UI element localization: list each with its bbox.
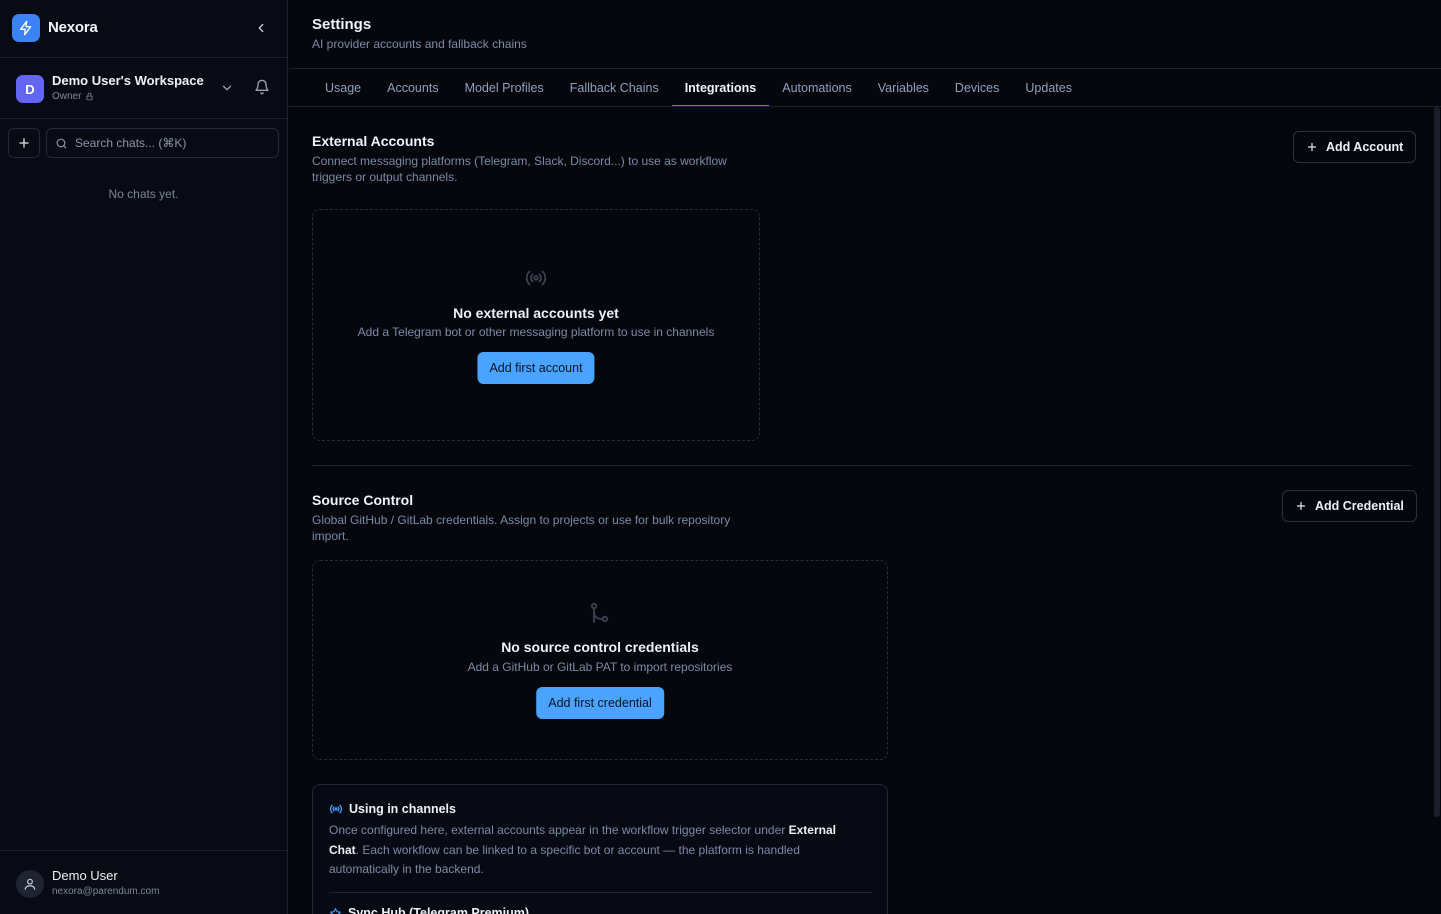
empty-state-title: No external accounts yet [453, 305, 619, 321]
radio-broadcast-icon [525, 270, 547, 286]
brand-header: Nexora [0, 0, 287, 58]
bell-icon[interactable] [254, 79, 270, 95]
tab-updates[interactable]: Updates [1012, 69, 1085, 107]
source-control-description: Global GitHub / GitLab credentials. Assi… [312, 513, 731, 543]
settings-tabs: Usage Accounts Model Profiles Fallback C… [312, 69, 1085, 107]
tabs-divider [289, 106, 1441, 107]
add-account-label: Add Account [1326, 140, 1404, 154]
source-control-empty-state: No source control credentials Add a GitH… [312, 560, 888, 760]
external-accounts-description: Connect messaging platforms (Telegram, S… [312, 154, 727, 184]
section-divider [312, 465, 1411, 466]
tab-integrations[interactable]: Integrations [671, 69, 770, 107]
add-account-button[interactable]: Add Account [1293, 131, 1417, 163]
user-icon [24, 878, 36, 890]
info-heading-text: Using in channels [349, 802, 456, 816]
info-divider [329, 892, 872, 893]
channels-info-card: Using in channels Once configured here, … [312, 784, 888, 914]
tab-automations[interactable]: Automations [769, 69, 864, 107]
source-control-title: Source Control [312, 492, 414, 508]
empty-state-subtitle: Add a GitHub or GitLab PAT to import rep… [467, 660, 733, 674]
page-title: Settings [312, 16, 372, 33]
tab-fallback-chains[interactable]: Fallback Chains [557, 69, 672, 107]
add-credential-label: Add Credential [1315, 499, 1404, 513]
empty-state-subtitle: Add a Telegram bot or other messaging pl… [357, 325, 715, 339]
external-accounts-title: External Accounts [312, 133, 435, 149]
plus-icon [1307, 142, 1317, 152]
workspace-avatar: D [16, 75, 44, 103]
user-avatar [16, 870, 44, 898]
lock-icon [86, 92, 93, 101]
tab-devices[interactable]: Devices [942, 69, 1012, 107]
info-heading: Using in channels [329, 802, 456, 816]
page-subtitle: AI provider accounts and fallback chains [312, 37, 527, 51]
info-body-pre: Once configured here, external accounts … [329, 823, 789, 837]
sync-hub-heading: Sync Hub (Telegram Premium) [329, 906, 529, 914]
tab-usage[interactable]: Usage [312, 69, 374, 107]
settings-main: Settings AI provider accounts and fallba… [289, 0, 1441, 914]
add-first-account-button[interactable]: Add first account [477, 352, 595, 384]
add-credential-button[interactable]: Add Credential [1282, 490, 1417, 522]
tab-accounts[interactable]: Accounts [374, 69, 451, 107]
plus-icon [1296, 501, 1306, 511]
workspace-name: Demo User's Workspace [52, 73, 204, 88]
external-accounts-empty-state: No external accounts yet Add a Telegram … [312, 209, 760, 441]
new-chat-button[interactable] [8, 128, 40, 158]
user-profile[interactable]: Demo User nexora@parendum.com [0, 850, 287, 914]
search-chats-input[interactable] [75, 136, 265, 150]
chevron-left-icon [258, 23, 264, 33]
add-first-credential-button[interactable]: Add first credential [536, 687, 664, 719]
app-name: Nexora [48, 19, 98, 36]
user-email: nexora@parendum.com [52, 886, 160, 897]
git-branch-icon [590, 602, 609, 623]
info-body-post: . Each workflow can be linked to a speci… [329, 842, 800, 877]
search-icon [56, 138, 67, 148]
workspace-role-label: Owner [52, 91, 82, 102]
star-icon [330, 907, 341, 914]
user-name: Demo User [52, 868, 118, 883]
empty-state-title: No source control credentials [501, 639, 699, 655]
lightning-logo-icon [12, 14, 40, 42]
radio-broadcast-icon [330, 804, 342, 814]
tab-variables[interactable]: Variables [865, 69, 942, 107]
no-chats-message: No chats yet. [108, 187, 179, 201]
sync-hub-heading-text: Sync Hub (Telegram Premium) [348, 906, 530, 914]
search-chats-box[interactable] [46, 128, 279, 158]
sidebar: Nexora D Demo User's Workspace Owner No … [0, 0, 288, 914]
workspace-switcher[interactable]: D Demo User's Workspace Owner [0, 59, 287, 119]
plus-icon [19, 138, 29, 148]
tab-model-profiles[interactable]: Model Profiles [452, 69, 557, 107]
info-body: Once configured here, external accounts … [329, 821, 861, 880]
main-scrollbar[interactable] [1434, 107, 1440, 817]
collapse-sidebar-button[interactable] [252, 19, 270, 37]
workspace-role: Owner [52, 91, 94, 102]
chevron-down-icon[interactable] [220, 81, 234, 95]
